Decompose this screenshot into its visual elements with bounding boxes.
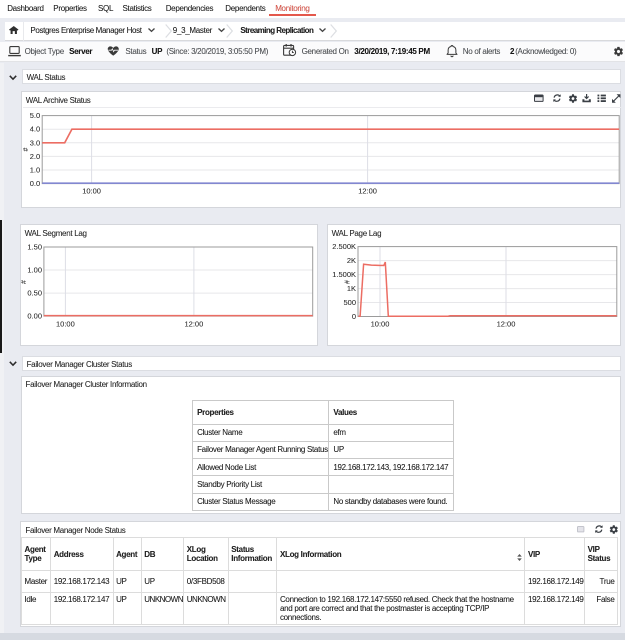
svg-text:2.500K: 2.500K <box>332 242 356 251</box>
svg-text:12:00: 12:00 <box>496 320 515 329</box>
svg-text:1.0: 1.0 <box>30 166 40 175</box>
svg-text:2.0: 2.0 <box>30 152 40 161</box>
svg-text:12:00: 12:00 <box>184 320 203 329</box>
svg-text:1.500K: 1.500K <box>332 270 356 279</box>
svg-text:1.50: 1.50 <box>27 243 42 252</box>
svg-text:#: # <box>21 280 28 284</box>
svg-text:0.0: 0.0 <box>30 179 40 188</box>
svg-text:4.0: 4.0 <box>30 125 40 134</box>
svg-text:10:00: 10:00 <box>82 187 101 196</box>
svg-text:2K: 2K <box>346 256 355 265</box>
svg-text:5.0: 5.0 <box>30 111 40 120</box>
svg-text:#: # <box>344 280 351 284</box>
svg-text:10:00: 10:00 <box>56 320 75 329</box>
svg-text:10:00: 10:00 <box>370 320 389 329</box>
svg-text:500: 500 <box>343 298 356 307</box>
svg-text:12:00: 12:00 <box>358 187 377 196</box>
svg-text:1K: 1K <box>346 284 355 293</box>
svg-text:0: 0 <box>351 312 355 321</box>
svg-text:3.0: 3.0 <box>30 138 40 147</box>
svg-text:1.00: 1.00 <box>27 266 42 275</box>
svg-text:0.00: 0.00 <box>27 312 42 321</box>
svg-text:#: # <box>23 147 30 151</box>
svg-text:0.50: 0.50 <box>27 289 42 298</box>
